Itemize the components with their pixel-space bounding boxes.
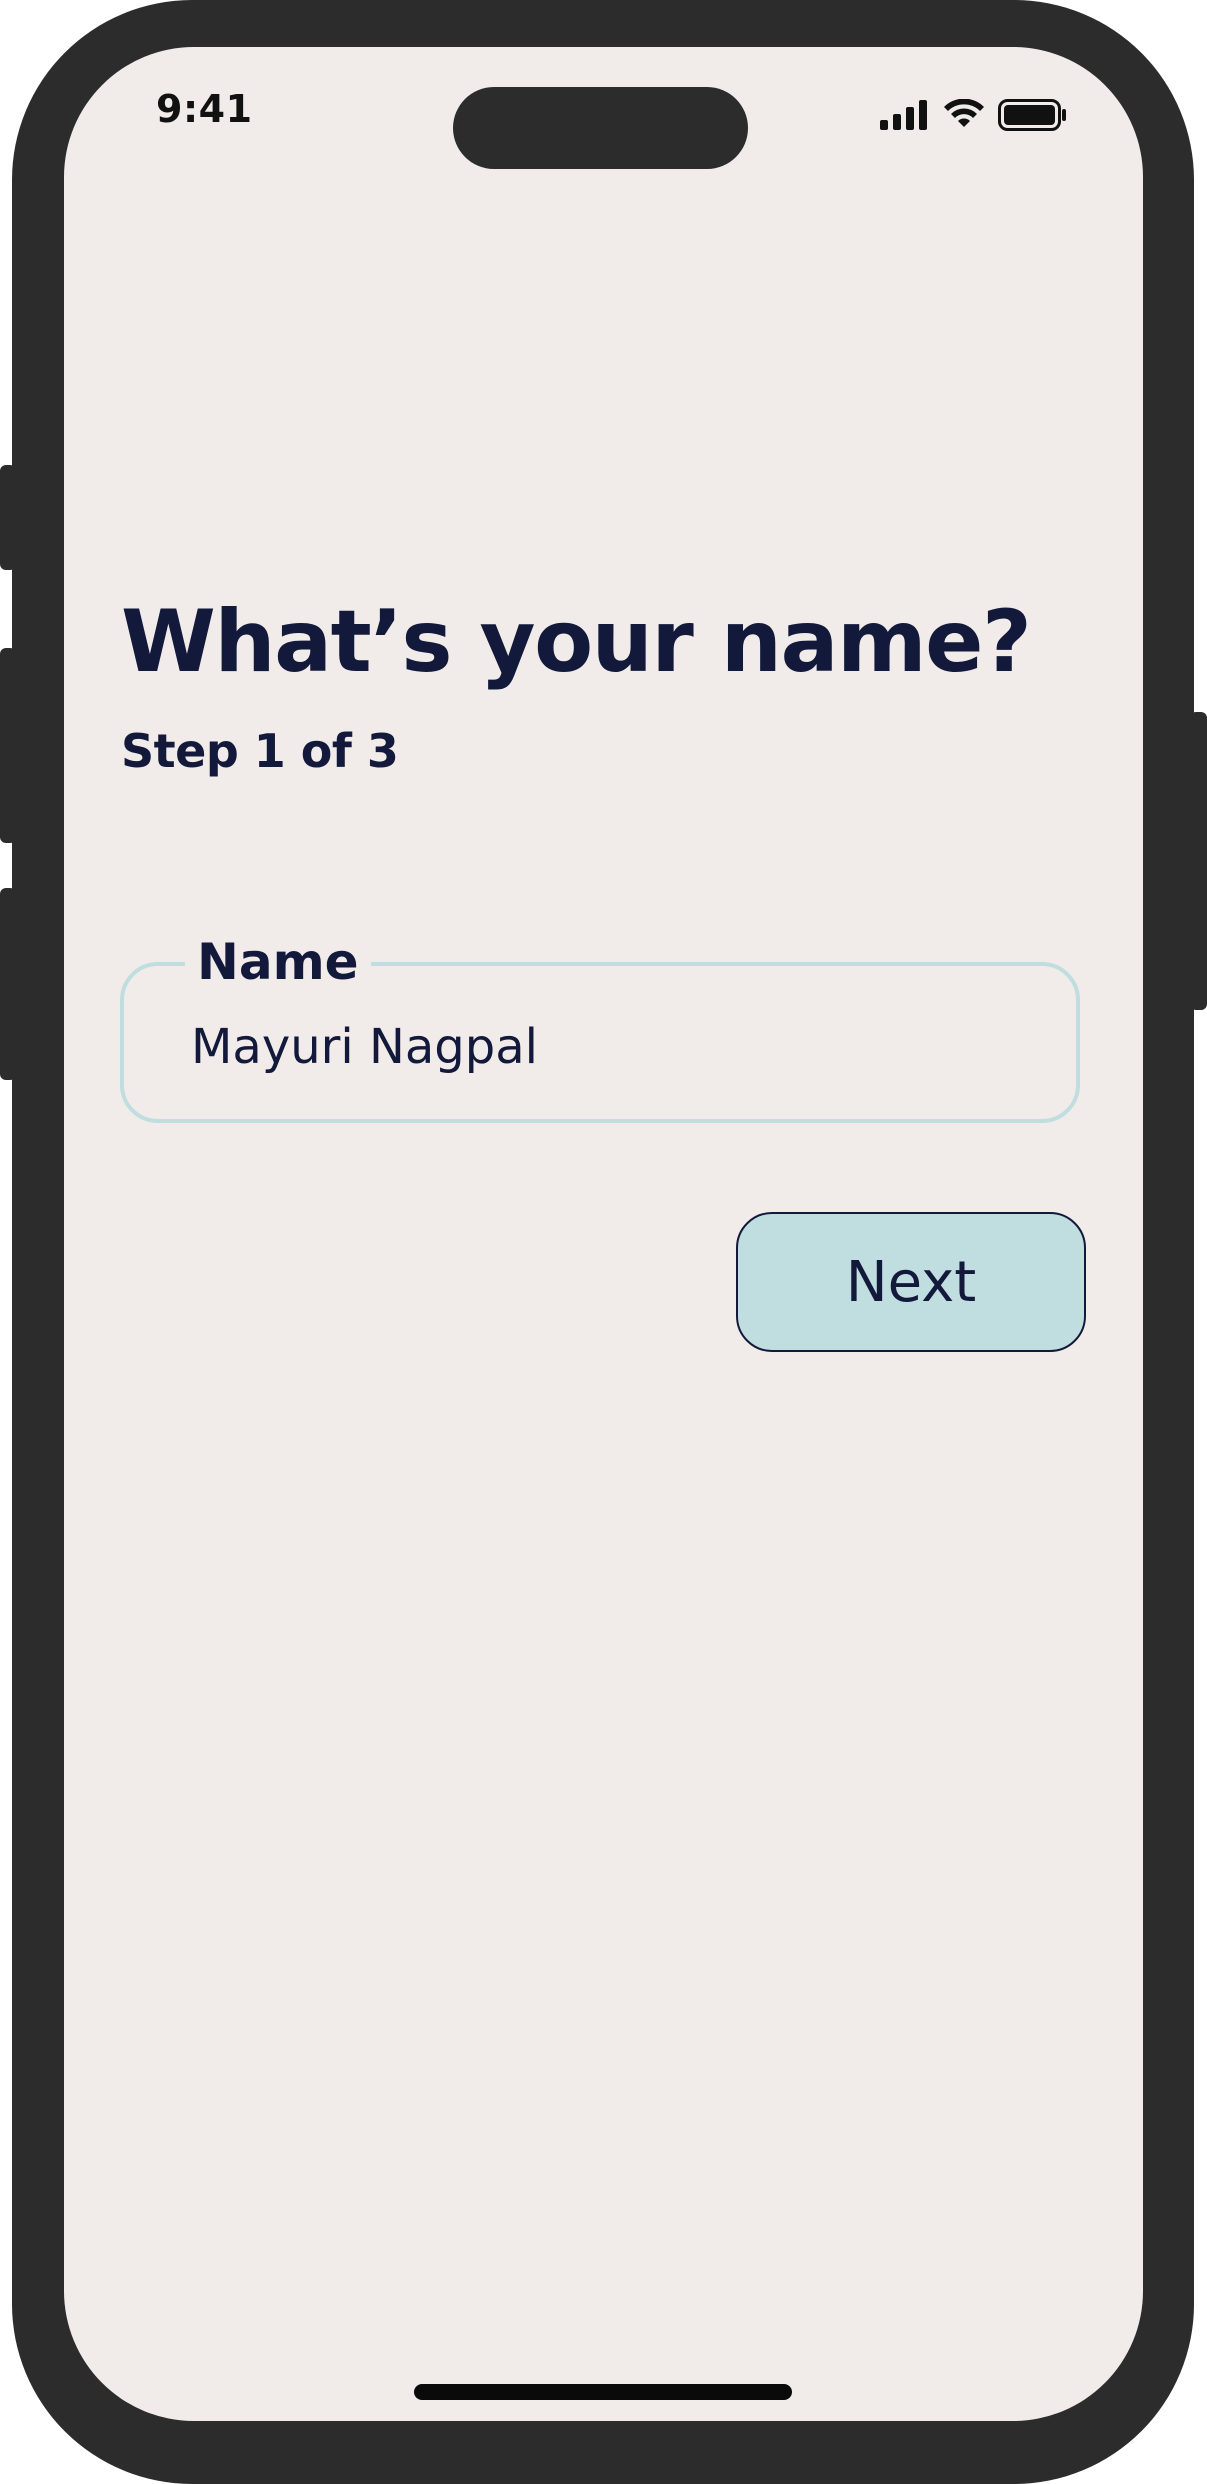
dynamic-island <box>453 87 748 169</box>
name-input-value[interactable]: Mayuri Nagpal <box>191 1017 538 1077</box>
mute-switch <box>0 465 16 570</box>
page-title: What’s your name? <box>121 592 1032 692</box>
wifi-icon <box>942 99 986 131</box>
battery-icon <box>998 99 1068 131</box>
status-icons <box>880 95 1068 135</box>
cellular-signal-icon <box>880 100 930 130</box>
app-screen: 9:41 What’s your name? Step 1 of 3 Name … <box>64 47 1143 2421</box>
volume-up-button <box>0 648 16 843</box>
name-field-label: Name <box>185 927 371 997</box>
volume-down-button <box>0 888 16 1080</box>
next-button[interactable]: Next <box>736 1212 1086 1352</box>
power-button <box>1190 712 1207 1010</box>
home-indicator <box>414 2384 792 2400</box>
status-time: 9:41 <box>156 87 253 131</box>
step-indicator: Step 1 of 3 <box>121 724 399 778</box>
